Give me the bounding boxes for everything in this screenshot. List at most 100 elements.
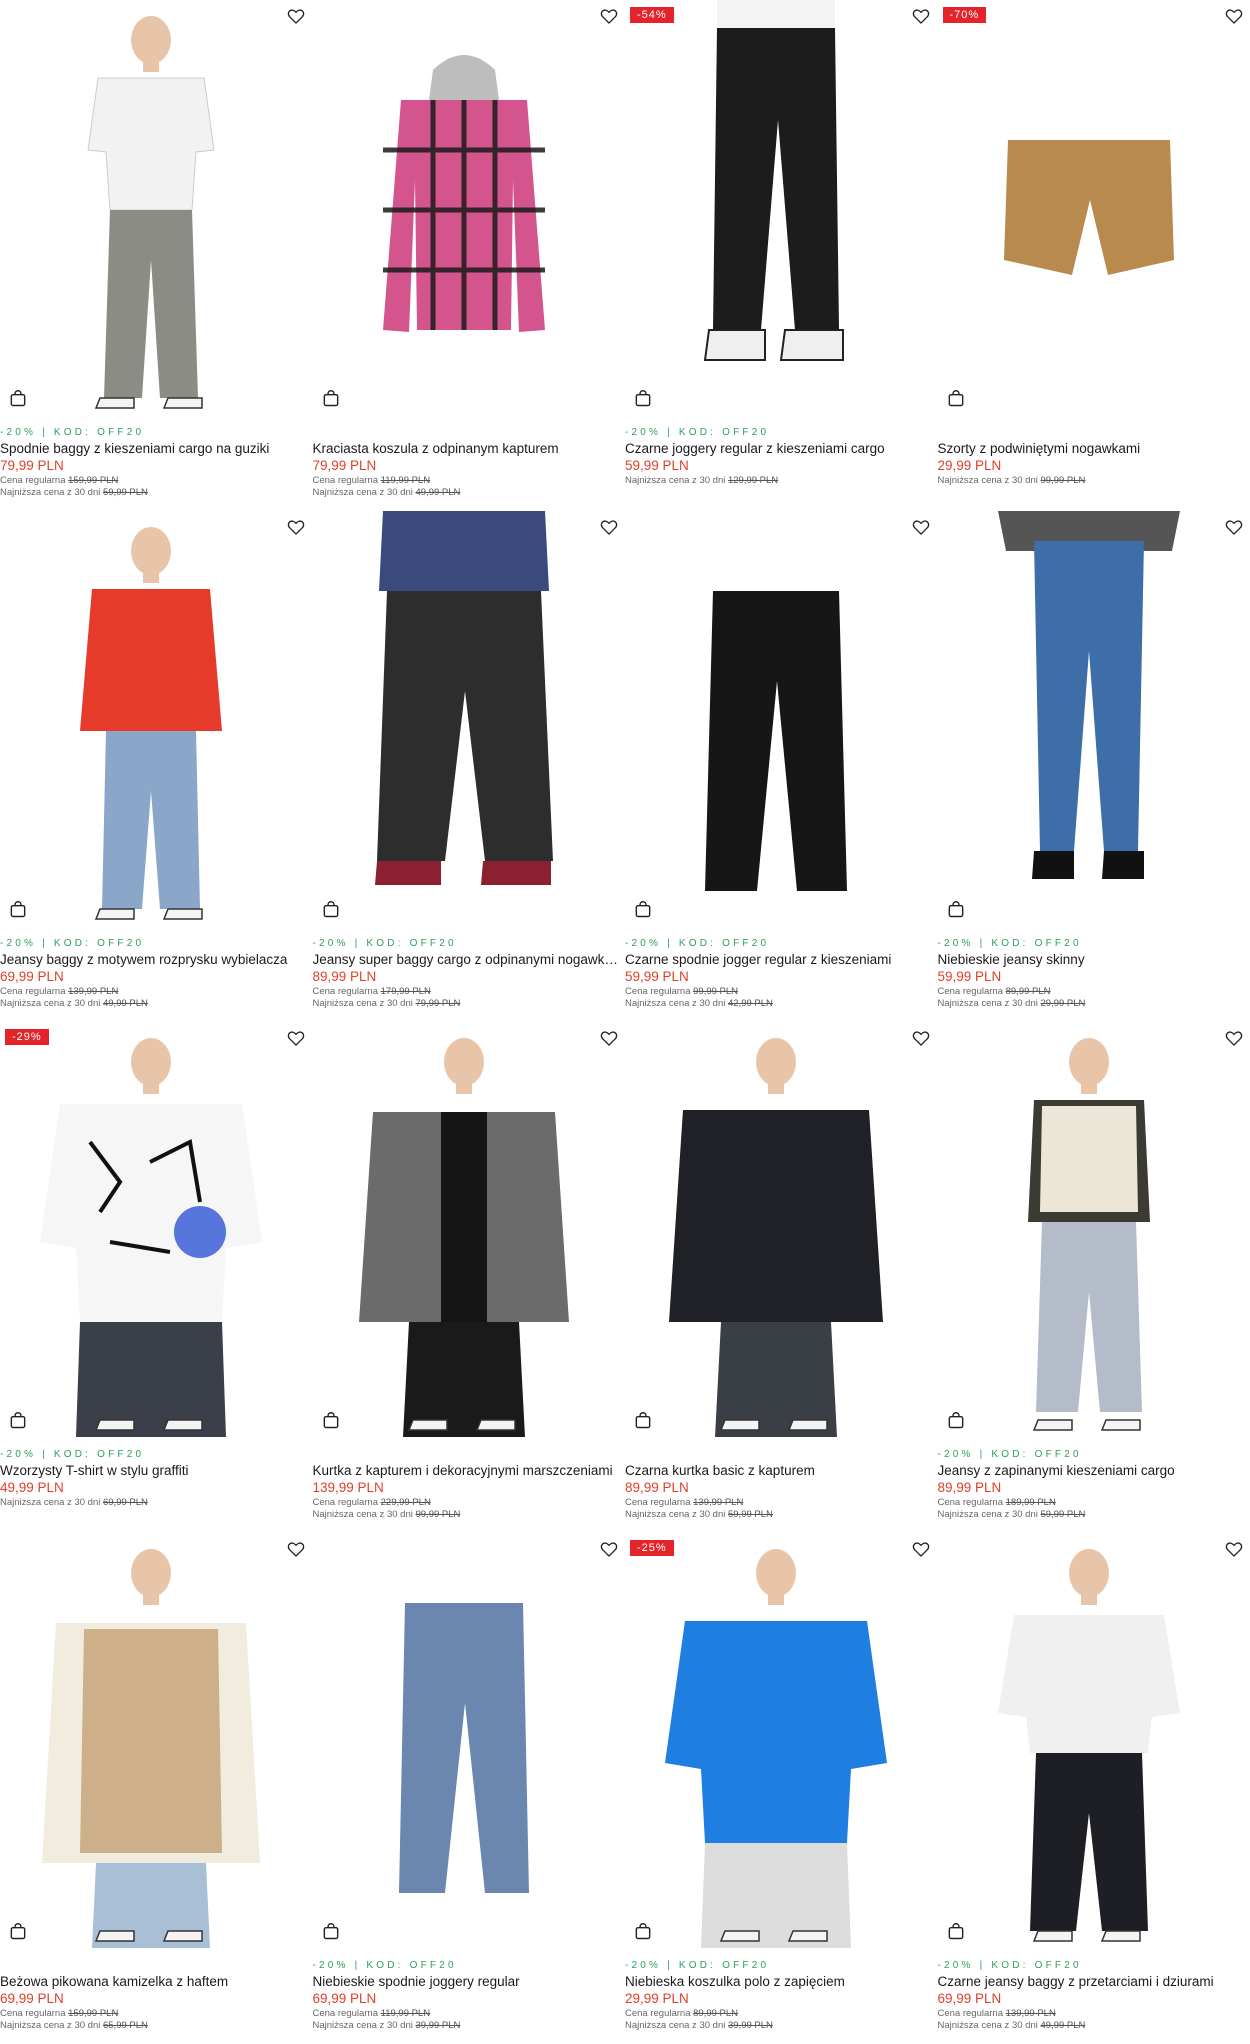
shopping-bag-icon[interactable]	[946, 1921, 966, 1941]
product-name[interactable]: Szorty z podwiniętymi nogawkami	[938, 440, 1244, 457]
shopping-bag-icon[interactable]	[321, 899, 341, 919]
product-name[interactable]: Jeansy baggy z motywem rozprysku wybiela…	[0, 951, 306, 968]
product-name[interactable]: Kurtka z kapturem i dekoracyjnymi marszc…	[313, 1462, 619, 1479]
product-card[interactable]: Kraciasta koszula z odpinanym kapturem 7…	[313, 0, 626, 511]
product-name[interactable]: Wzorzysty T-shirt w stylu graffiti	[0, 1462, 306, 1479]
product-name[interactable]: Niebieskie jeansy skinny	[938, 951, 1244, 968]
product-image[interactable]	[0, 0, 302, 415]
shopping-bag-icon[interactable]	[633, 1921, 653, 1941]
promo-code	[313, 426, 619, 440]
product-image[interactable]	[0, 1022, 302, 1437]
product-photo	[938, 1533, 1240, 1948]
product-image[interactable]	[313, 1022, 615, 1437]
product-image[interactable]	[0, 1533, 302, 1948]
heart-icon[interactable]	[911, 1028, 931, 1048]
shopping-bag-icon[interactable]	[321, 1410, 341, 1430]
product-image[interactable]	[938, 0, 1240, 415]
heart-icon[interactable]	[1224, 1539, 1244, 1559]
heart-icon[interactable]	[286, 517, 306, 537]
product-image[interactable]	[625, 1533, 927, 1948]
product-photo	[625, 0, 927, 415]
product-name[interactable]: Czarne spodnie jogger regular z kieszeni…	[625, 951, 931, 968]
promo-code: -20% | KOD: OFF20	[0, 426, 306, 440]
shopping-bag-icon[interactable]	[8, 388, 28, 408]
product-card[interactable]: -20% | KOD: OFF20 Czarne spodnie jogger …	[625, 511, 938, 1022]
product-card[interactable]: -20% | KOD: OFF20 Niebieskie spodnie jog…	[313, 1533, 626, 2044]
shopping-bag-icon[interactable]	[321, 388, 341, 408]
heart-icon[interactable]	[1224, 1028, 1244, 1048]
product-image[interactable]	[938, 1022, 1240, 1437]
product-name[interactable]: Jeansy super baggy cargo z odpinanymi no…	[313, 951, 619, 968]
product-card[interactable]: Beżowa pikowana kamizelka z haftem 69,99…	[0, 1533, 313, 2044]
product-price: 69,99 PLN	[313, 1990, 619, 2008]
shopping-bag-icon[interactable]	[946, 899, 966, 919]
promo-code: -20% | KOD: OFF20	[938, 937, 1244, 951]
product-card[interactable]: -20% | KOD: OFF20 Jeansy baggy z motywem…	[0, 511, 313, 1022]
shopping-bag-icon[interactable]	[946, 1410, 966, 1430]
product-info: Kurtka z kapturem i dekoracyjnymi marszc…	[313, 1448, 619, 1521]
heart-icon[interactable]	[286, 1539, 306, 1559]
product-card[interactable]: -20% | KOD: OFF20 Niebieskie jeansy skin…	[938, 511, 1250, 1022]
product-card[interactable]: -20% | KOD: OFF20 Czarne jeansy baggy z …	[938, 1533, 1250, 2044]
product-price: 49,99 PLN	[0, 1479, 306, 1497]
product-name[interactable]: Niebieskie spodnie joggery regular	[313, 1973, 619, 1990]
lowest-price-line: Najniższa cena z 30 dni 69,99 PLN	[0, 1497, 306, 1509]
regular-price: 159,99 PLN	[68, 2008, 118, 2019]
product-card[interactable]: -20% | KOD: OFF20 Jeansy super baggy car…	[313, 511, 626, 1022]
heart-icon[interactable]	[286, 1028, 306, 1048]
shopping-bag-icon[interactable]	[633, 899, 653, 919]
product-card[interactable]: Kurtka z kapturem i dekoracyjnymi marszc…	[313, 1022, 626, 1533]
product-name[interactable]: Kraciasta koszula z odpinanym kapturem	[313, 440, 619, 457]
lowest-price-line: Najniższa cena z 30 dni 39,99 PLN	[625, 2020, 931, 2032]
shopping-bag-icon[interactable]	[633, 388, 653, 408]
regular-price-line: Cena regularna 119,99 PLN	[313, 2008, 619, 2020]
product-image[interactable]	[313, 1533, 615, 1948]
product-card[interactable]: -54% -20% | KOD: OFF20 Czarne joggery re…	[625, 0, 938, 511]
product-image[interactable]	[313, 511, 615, 926]
shopping-bag-icon[interactable]	[946, 388, 966, 408]
product-name[interactable]: Spodnie baggy z kieszeniami cargo na guz…	[0, 440, 306, 457]
heart-icon[interactable]	[599, 1539, 619, 1559]
shopping-bag-icon[interactable]	[8, 1921, 28, 1941]
product-image[interactable]	[0, 511, 302, 926]
product-card[interactable]: -70% Szorty z podwiniętymi nogawkami 29,…	[938, 0, 1250, 511]
product-card[interactable]: -25% -20% | KOD: OFF20 Niebieska koszulk…	[625, 1533, 938, 2044]
product-name[interactable]: Beżowa pikowana kamizelka z haftem	[0, 1973, 306, 1990]
shopping-bag-icon[interactable]	[8, 899, 28, 919]
product-name[interactable]: Czarna kurtka basic z kapturem	[625, 1462, 931, 1479]
lowest-price-label: Najniższa cena z 30 dni	[625, 475, 725, 486]
shopping-bag-icon[interactable]	[321, 1921, 341, 1941]
heart-icon[interactable]	[911, 6, 931, 26]
regular-price-label: Cena regularna	[0, 2008, 66, 2019]
product-name[interactable]: Jeansy z zapinanymi kieszeniami cargo	[938, 1462, 1244, 1479]
product-image[interactable]	[625, 1022, 927, 1437]
product-name[interactable]: Niebieska koszulka polo z zapięciem	[625, 1973, 931, 1990]
shopping-bag-icon[interactable]	[633, 1410, 653, 1430]
heart-icon[interactable]	[286, 6, 306, 26]
product-image[interactable]	[313, 0, 615, 415]
heart-icon[interactable]	[1224, 6, 1244, 26]
product-name[interactable]: Czarne jeansy baggy z przetarciami i dzi…	[938, 1973, 1244, 1990]
heart-icon[interactable]	[599, 1028, 619, 1048]
heart-icon[interactable]	[911, 1539, 931, 1559]
product-card[interactable]: -20% | KOD: OFF20 Spodnie baggy z kiesze…	[0, 0, 313, 511]
heart-icon[interactable]	[599, 6, 619, 26]
product-image[interactable]	[625, 511, 927, 926]
heart-icon[interactable]	[1224, 517, 1244, 537]
product-image[interactable]	[938, 511, 1240, 926]
regular-price-label: Cena regularna	[625, 2008, 691, 2019]
product-image[interactable]	[625, 0, 927, 415]
product-card[interactable]: -29% -20% | KOD: OFF20 Wzorzysty T-shirt…	[0, 1022, 313, 1533]
product-image[interactable]	[938, 1533, 1240, 1948]
lowest-price-line: Najniższa cena z 30 dni 49,99 PLN	[313, 487, 619, 499]
regular-price-label: Cena regularna	[625, 986, 691, 997]
lowest-price: 65,99 PLN	[103, 2020, 148, 2031]
regular-price-label: Cena regularna	[0, 475, 66, 486]
product-card[interactable]: Czarna kurtka basic z kapturem 89,99 PLN…	[625, 1022, 938, 1533]
shopping-bag-icon[interactable]	[8, 1410, 28, 1430]
product-card[interactable]: -20% | KOD: OFF20 Jeansy z zapinanymi ki…	[938, 1022, 1250, 1533]
product-name[interactable]: Czarne joggery regular z kieszeniami car…	[625, 440, 931, 457]
heart-icon[interactable]	[599, 517, 619, 537]
heart-icon[interactable]	[911, 517, 931, 537]
product-price: 69,99 PLN	[0, 968, 306, 986]
